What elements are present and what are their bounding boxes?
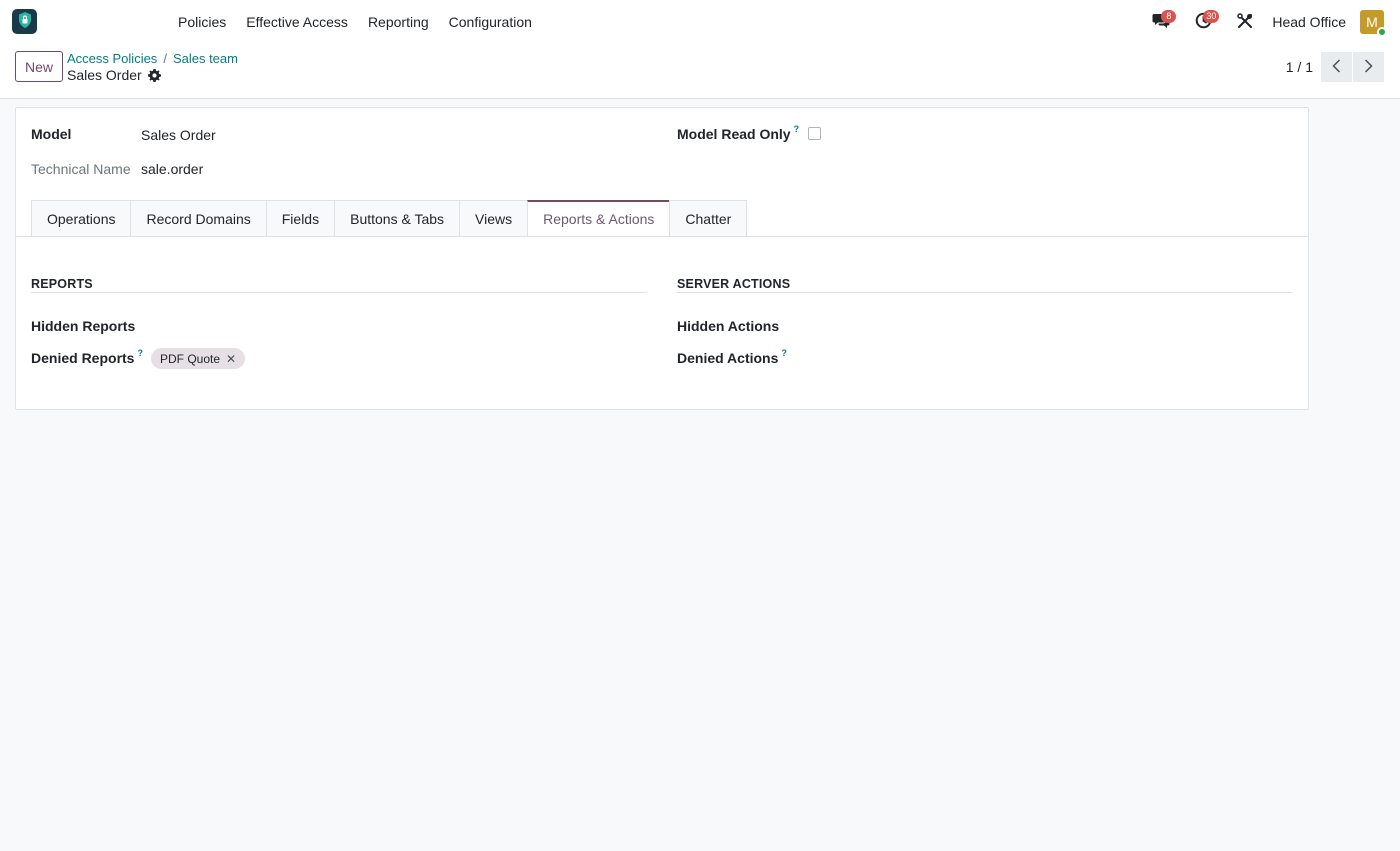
help-tooltip-icon[interactable]: ? <box>794 124 800 134</box>
record-title: Sales Order <box>67 67 142 83</box>
tab-views[interactable]: Views <box>459 200 529 237</box>
pager: 1 / 1 <box>1286 52 1384 82</box>
company-switcher[interactable]: Head Office <box>1272 14 1346 30</box>
model-read-only-label: Model Read Only? <box>677 124 800 142</box>
new-button[interactable]: New <box>15 51 63 82</box>
avatar-initial: M <box>1366 14 1378 30</box>
help-tooltip-icon[interactable]: ? <box>137 348 143 358</box>
server-actions-section-divider <box>677 292 1293 293</box>
technical-name-label: Technical Name <box>31 161 131 177</box>
model-label: Model <box>31 126 72 142</box>
main-menu: Policies Effective Access Reporting Conf… <box>168 0 542 44</box>
denied-reports-label: Denied Reports? <box>31 348 143 366</box>
hidden-actions-label: Hidden Actions <box>677 318 780 334</box>
shield-lock-icon <box>18 12 32 31</box>
hidden-reports-label: Hidden Reports <box>31 318 136 334</box>
form-sheet: Model Sales Order Technical Name sale.or… <box>15 107 1309 410</box>
tab-chatter[interactable]: Chatter <box>669 200 748 237</box>
menu-item-policies[interactable]: Policies <box>168 0 236 44</box>
denied-reports-text: Denied Reports <box>31 350 135 366</box>
menu-item-configuration[interactable]: Configuration <box>439 0 542 44</box>
gear-icon[interactable] <box>147 68 161 82</box>
denied-actions-label: Denied Actions? <box>677 348 787 366</box>
tools-icon <box>1237 12 1253 32</box>
breadcrumb: Access Policies / Sales team <box>67 51 238 66</box>
record-title-row: Sales Order <box>67 67 161 83</box>
pager-next-button[interactable] <box>1353 52 1384 82</box>
online-status-dot <box>1377 27 1387 37</box>
pager-value[interactable]: 1 / 1 <box>1286 59 1313 75</box>
chevron-left-icon <box>1332 58 1341 76</box>
menu-item-reporting[interactable]: Reporting <box>358 0 439 44</box>
pager-previous-button[interactable] <box>1321 52 1352 82</box>
technical-name-value: sale.order <box>141 161 204 177</box>
tab-fields[interactable]: Fields <box>265 200 336 237</box>
remove-tag-icon[interactable]: ✕ <box>226 352 236 366</box>
app-logo[interactable] <box>12 9 37 34</box>
help-tooltip-icon[interactable]: ? <box>781 348 787 358</box>
reports-section-title: REPORTS <box>31 277 93 291</box>
tab-reports-actions[interactable]: Reports & Actions <box>527 200 671 237</box>
tag-label: PDF Quote <box>160 351 221 366</box>
tabs-divider <box>16 236 1308 237</box>
model-read-only-checkbox[interactable] <box>808 127 821 140</box>
messages-button[interactable]: 8 <box>1148 9 1177 35</box>
tab-buttons-tabs[interactable]: Buttons & Tabs <box>334 200 461 237</box>
user-avatar[interactable]: M <box>1360 10 1387 37</box>
debug-tools-button[interactable] <box>1232 9 1258 35</box>
activities-button[interactable]: 30 <box>1190 9 1220 35</box>
notebook-tabs: Operations Record Domains Fields Buttons… <box>31 200 748 237</box>
messages-badge: 8 <box>1161 10 1177 23</box>
breadcrumb-sales-team[interactable]: Sales team <box>173 51 238 66</box>
tab-record-domains[interactable]: Record Domains <box>130 200 267 237</box>
reports-section-divider <box>31 292 647 293</box>
control-panel: New Access Policies / Sales team Sales Ord… <box>0 44 1400 99</box>
denied-actions-text: Denied Actions <box>677 350 779 366</box>
denied-report-tag: PDF Quote ✕ <box>151 348 246 369</box>
activities-badge: 30 <box>1203 10 1220 23</box>
model-read-only-text: Model Read Only <box>677 126 791 142</box>
breadcrumb-separator: / <box>163 51 167 66</box>
server-actions-section-title: SERVER ACTIONS <box>677 277 791 291</box>
chevron-right-icon <box>1364 58 1373 76</box>
menu-item-effective-access[interactable]: Effective Access <box>236 0 358 44</box>
systray: 8 30 Head Office M <box>1132 0 1387 44</box>
breadcrumb-access-policies[interactable]: Access Policies <box>67 51 157 66</box>
top-navbar: Policies Effective Access Reporting Conf… <box>0 0 1400 44</box>
tab-operations[interactable]: Operations <box>31 200 132 237</box>
model-value: Sales Order <box>141 127 216 143</box>
